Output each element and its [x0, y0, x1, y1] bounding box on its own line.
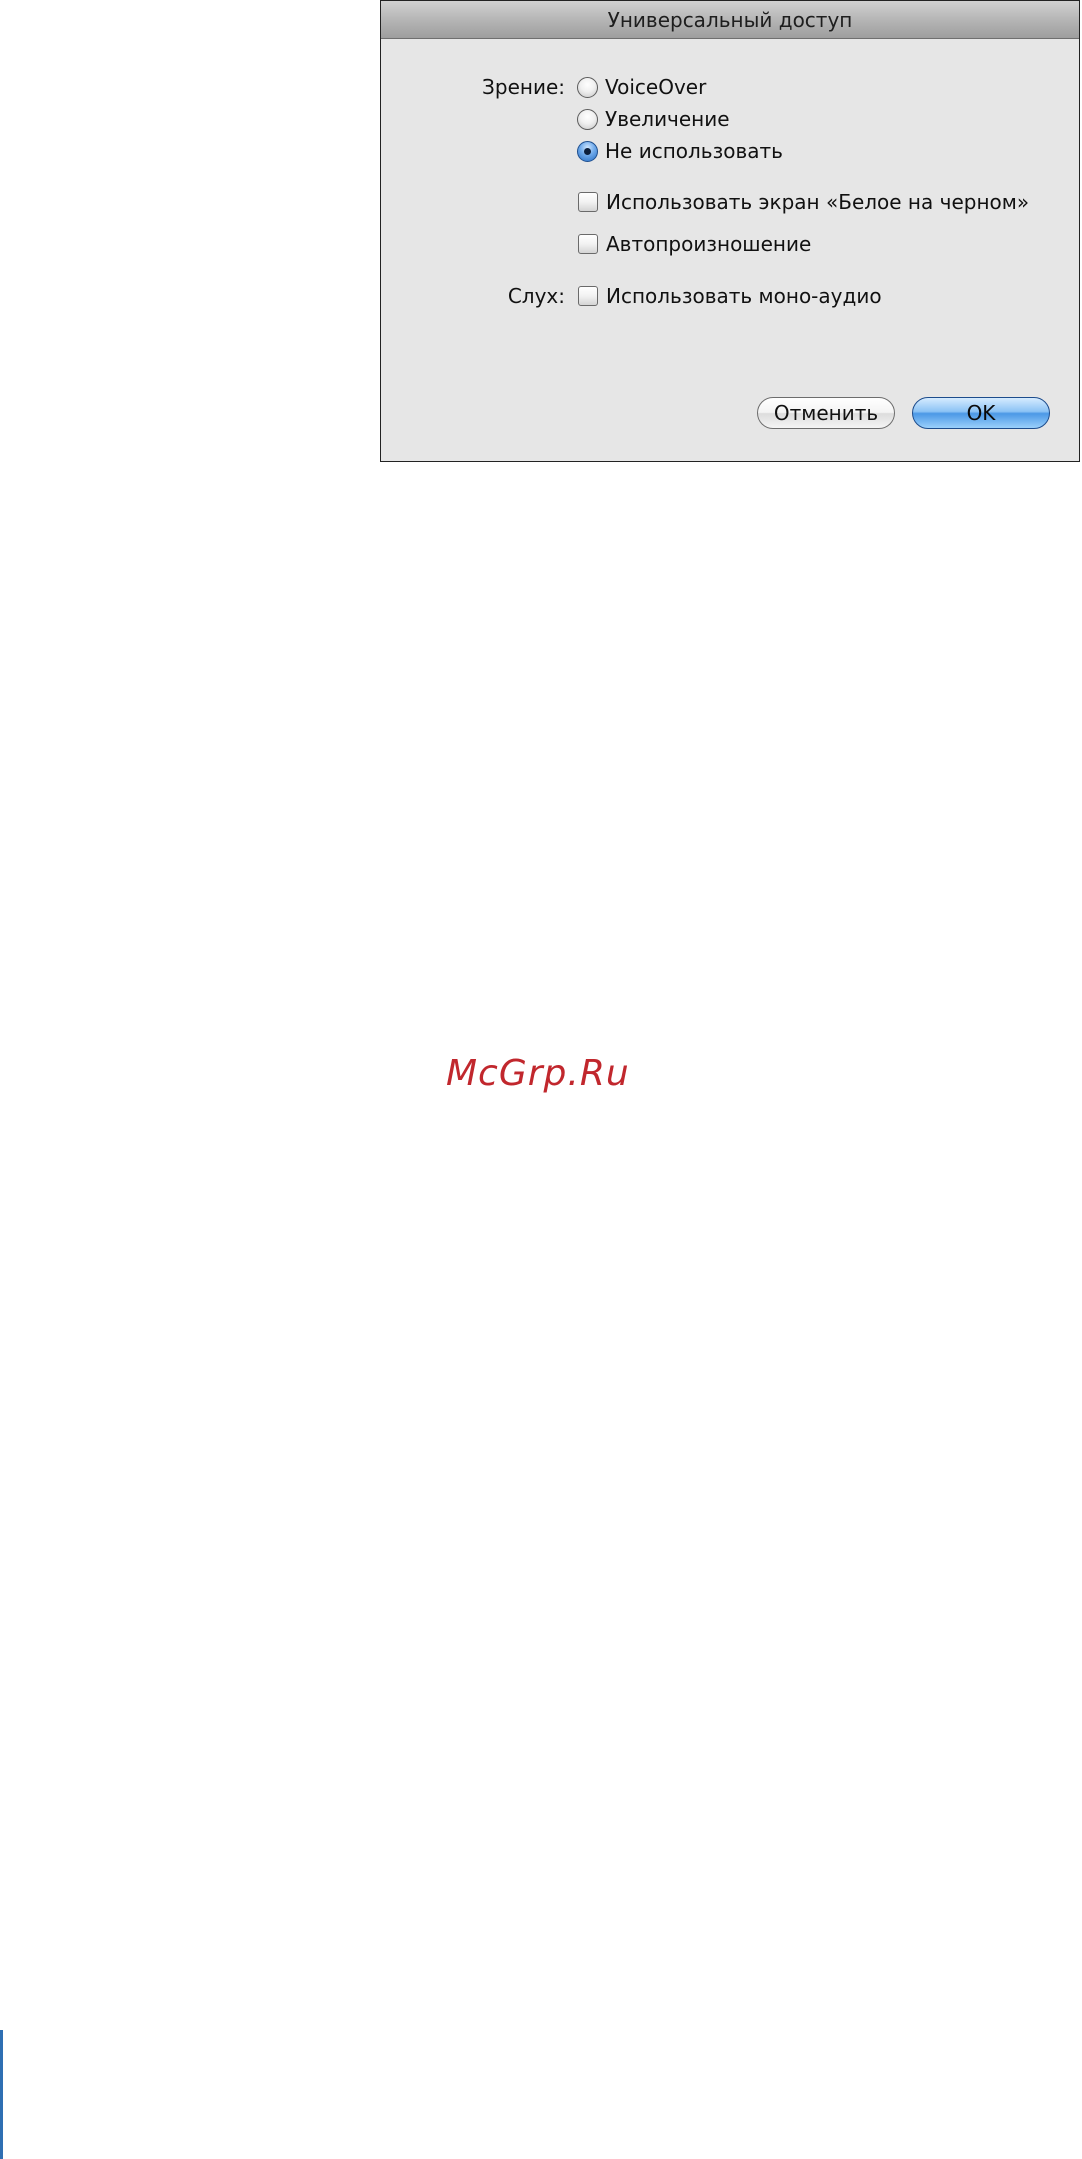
checkbox-auto-speak[interactable]: Автопроизношение	[578, 231, 811, 257]
checkbox-icon[interactable]	[578, 192, 598, 212]
hearing-label: Слух:	[507, 284, 565, 308]
checkbox-mono-audio[interactable]: Использовать моно-аудио	[578, 283, 882, 309]
accessibility-dialog: Универсальный доступ Зрение: VoiceOver У…	[380, 0, 1080, 462]
radio-button-icon[interactable]	[577, 108, 598, 130]
checkbox-icon[interactable]	[578, 234, 598, 254]
radio-selected-icon[interactable]	[577, 140, 598, 162]
radio-dot-icon	[584, 147, 591, 155]
radio-button-icon[interactable]	[577, 76, 598, 98]
ok-button[interactable]: OK	[912, 397, 1050, 429]
checkbox-icon[interactable]	[578, 286, 598, 306]
radio-none[interactable]: Не использовать	[577, 138, 783, 164]
vision-label: Зрение:	[482, 75, 565, 99]
page: Универсальный доступ Зрение: VoiceOver У…	[0, 0, 1082, 2159]
dialog-title: Универсальный доступ	[381, 1, 1079, 39]
radio-zoom[interactable]: Увеличение	[577, 106, 730, 132]
checkbox-white-on-black-label: Использовать экран «Белое на черном»	[606, 190, 1030, 214]
checkbox-white-on-black[interactable]: Использовать экран «Белое на черном»	[578, 189, 1029, 215]
checkbox-mono-audio-label: Использовать моно-аудио	[606, 284, 882, 308]
radio-none-label: Не использовать	[605, 139, 783, 163]
dialog-content: Зрение: VoiceOver Увеличение Не использо…	[381, 39, 1079, 461]
watermark: McGrp.Ru	[446, 1053, 630, 1094]
radio-voiceover[interactable]: VoiceOver	[577, 74, 706, 100]
radio-voiceover-label: VoiceOver	[605, 75, 707, 99]
checkbox-auto-speak-label: Автопроизношение	[606, 232, 812, 256]
cancel-button[interactable]: Отменить	[757, 397, 895, 429]
radio-zoom-label: Увеличение	[605, 107, 730, 131]
page-edge-bar	[0, 2030, 3, 2159]
